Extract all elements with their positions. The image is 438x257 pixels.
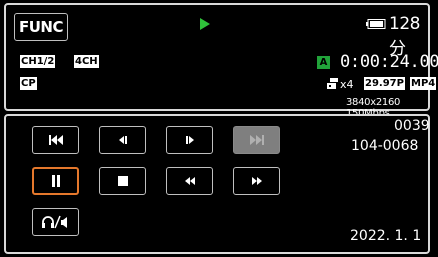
format-label: MP4: [410, 77, 437, 90]
skip-to-start-button[interactable]: [32, 126, 79, 154]
status-panel: FUNC 128分 CH1/2 4CH CP A 0:00:24.00 x4 2…: [4, 3, 438, 119]
frame-rate-label: 29.97P: [364, 77, 405, 90]
relay-count: x4: [340, 78, 354, 91]
func-button[interactable]: FUNC: [14, 13, 68, 41]
audio-4ch-label: 4CH: [74, 55, 99, 68]
relay-icon: [327, 78, 338, 89]
timecode-mode-badge: A: [317, 56, 330, 69]
frame-forward-icon: [185, 136, 194, 144]
timecode: 0:00:24.00: [340, 52, 438, 72]
folder-file-number: 104-0068: [351, 138, 419, 154]
clip-number: 0039: [394, 118, 430, 134]
headphone-volume-button[interactable]: [32, 208, 79, 236]
frame-forward-button[interactable]: [166, 126, 213, 154]
pause-icon: [51, 175, 60, 187]
stop-button[interactable]: [99, 167, 146, 195]
skip-forward-icon: [249, 135, 264, 145]
fast-forward-button[interactable]: [233, 167, 280, 195]
playback-screen: FUNC 128分 CH1/2 4CH CP A 0:00:24.00 x4 2…: [0, 0, 438, 257]
battery-icon: [366, 19, 386, 29]
frame-back-icon: [118, 136, 127, 144]
recording-date: 2022. 1. 1: [350, 228, 422, 244]
headphone-speaker-icon: [41, 215, 67, 229]
pause-button[interactable]: [32, 167, 79, 195]
fast-forward-icon: [251, 177, 262, 185]
stop-icon: [117, 176, 128, 186]
frame-back-button[interactable]: [99, 126, 146, 154]
skip-back-icon: [48, 135, 63, 145]
rewind-icon: [184, 177, 195, 185]
rewind-button[interactable]: [166, 167, 213, 195]
audio-channel-label: CH1/2: [20, 55, 56, 68]
skip-to-end-button[interactable]: [233, 126, 280, 154]
play-icon: [200, 18, 210, 30]
cp-label: CP: [20, 77, 37, 90]
